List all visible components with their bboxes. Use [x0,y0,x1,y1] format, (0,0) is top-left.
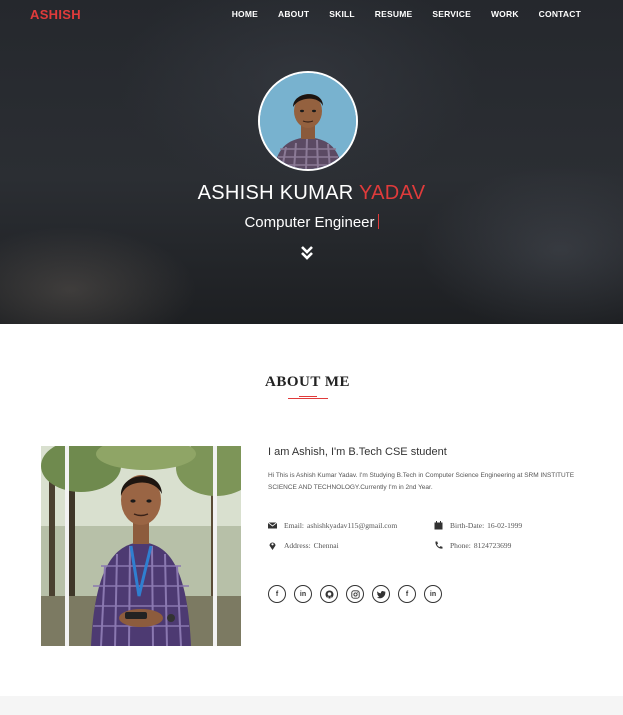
hero-role: Computer Engineer [0,214,623,231]
nav-work[interactable]: WORK [491,9,519,19]
calendar-icon [434,521,443,530]
about-description: Hi This is Ashish Kumar Yadav. I'm Study… [268,472,575,491]
facebook-icon[interactable]: f [268,585,286,603]
address-label: Address: [284,541,311,550]
brand-logo[interactable]: ASHISH [30,7,81,22]
info-birthdate: Birth-Date: 16-02-1999 [434,521,522,530]
info-email: Email: ashishkyadav115@gmail.com [267,521,397,530]
info-address: Address: Chennai [268,541,339,550]
phone-value[interactable]: 8124723699 [474,541,512,550]
hero-name: ASHISH KUMAR YADAV [0,182,623,205]
linkedin-icon[interactable]: in [424,585,442,603]
map-marker-icon [268,541,277,550]
hero-section: ASHISH HOME ABOUT SKILL RESUME SERVICE W… [0,0,623,324]
phone-icon [434,541,443,550]
info-phone: Phone: 8124723699 [434,541,511,550]
double-chevron-down-icon[interactable] [300,245,314,261]
birthdate-value: 16-02-1999 [487,521,523,530]
twitter-icon[interactable] [372,585,390,603]
nav-service[interactable]: SERVICE [432,9,471,19]
birthdate-label: Birth-Date: [450,521,485,530]
about-title: ABOUT ME [265,374,350,390]
facebook-icon[interactable]: f [398,585,416,603]
title-divider [288,398,328,399]
nav-contact[interactable]: CONTACT [539,9,581,19]
linkedin-icon[interactable]: in [294,585,312,603]
about-photo [41,446,241,646]
title-divider-accent [299,396,317,397]
about-intro: I am Ashish, I'm B.Tech CSE student [268,446,447,458]
hero-last-name: YADAV [359,182,426,204]
address-value: Chennai [313,541,339,550]
nav-skill[interactable]: SKILL [329,9,355,19]
nav-menu: HOME ABOUT SKILL RESUME SERVICE WORK CON… [212,9,581,19]
nav-about[interactable]: ABOUT [278,9,309,19]
hero-first-name: ASHISH KUMAR [197,182,354,204]
nav-resume[interactable]: RESUME [375,9,413,19]
next-section-band [0,696,623,715]
social-links: f in f in [268,585,450,603]
nav-home[interactable]: HOME [232,9,258,19]
email-label: Email: [284,521,304,530]
instagram-icon[interactable] [346,585,364,603]
profile-avatar [258,71,358,171]
email-value[interactable]: ashishkyadav115@gmail.com [307,521,397,530]
github-icon[interactable] [320,585,338,603]
envelope-icon [267,521,278,530]
phone-label: Phone: [450,541,471,550]
typing-cursor [377,214,379,229]
hero-role-text: Computer Engineer [244,214,375,231]
top-navbar: ASHISH HOME ABOUT SKILL RESUME SERVICE W… [0,0,623,30]
